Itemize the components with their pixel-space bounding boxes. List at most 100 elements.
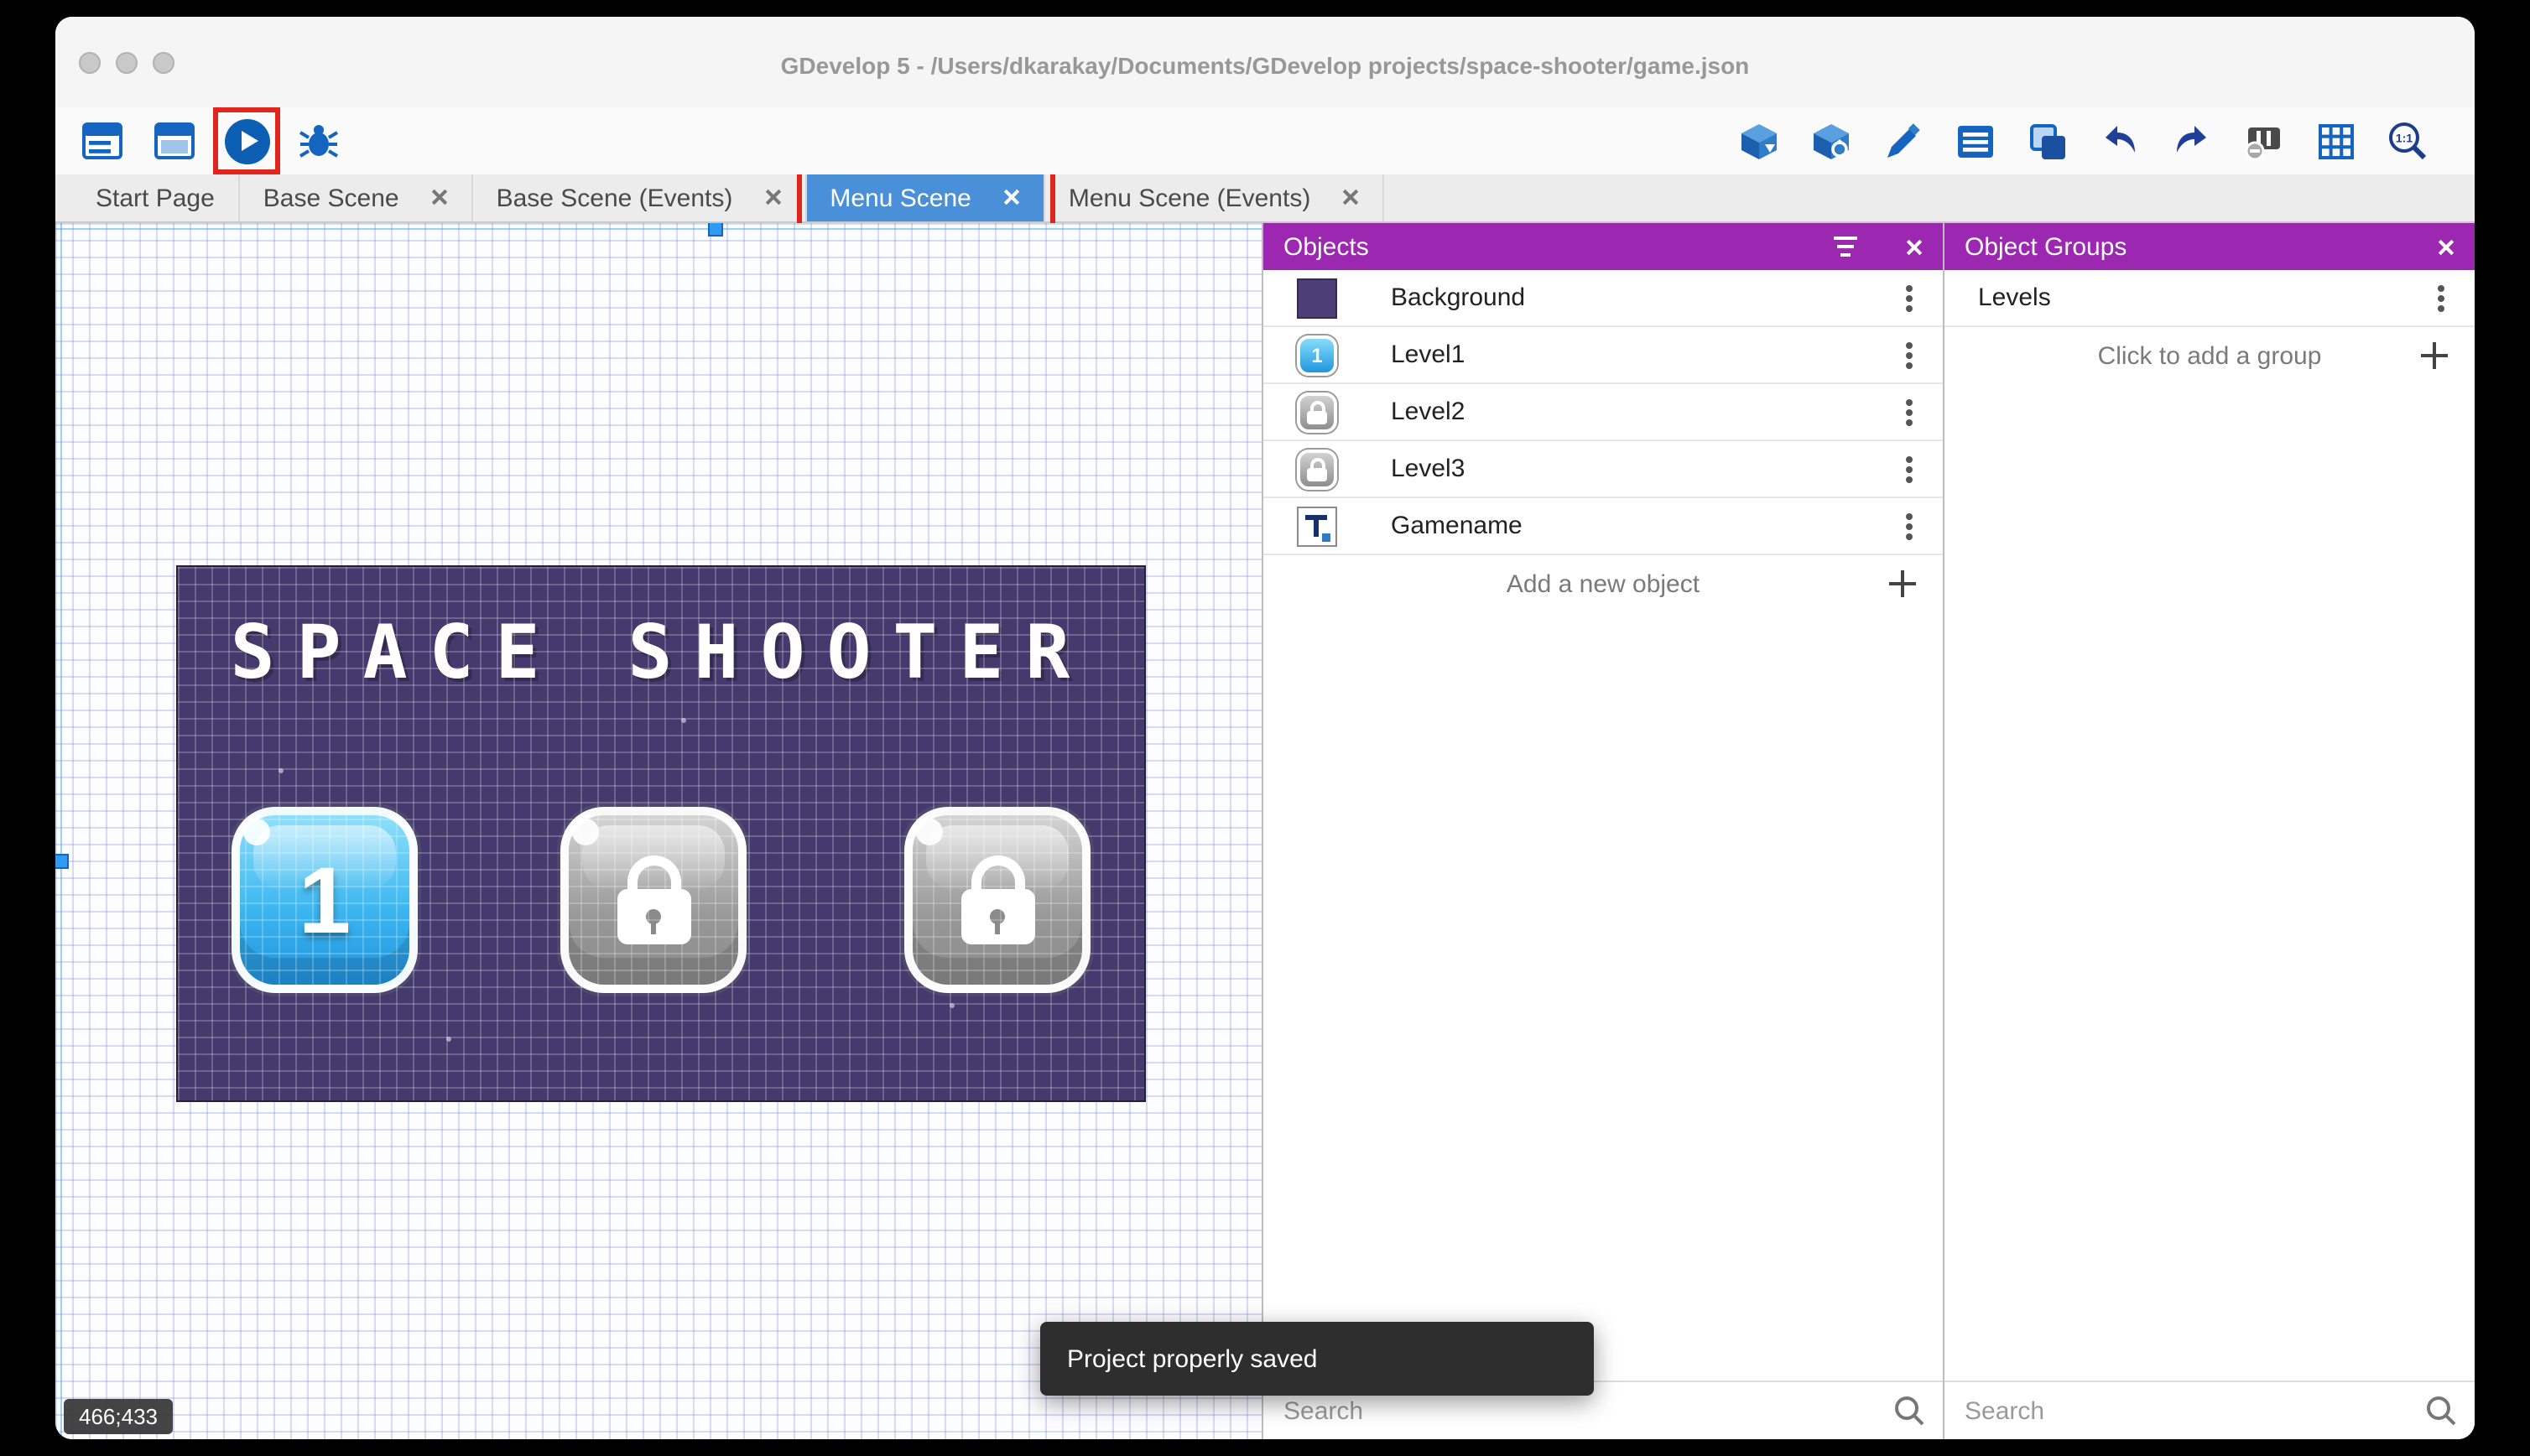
object-name: Level3 — [1391, 455, 1465, 483]
object-row-background[interactable]: Background — [1263, 270, 1943, 327]
zoom-level-label: 1:1 — [2396, 132, 2413, 145]
tab-close-icon[interactable] — [1340, 184, 1359, 212]
toolbar-left-group — [79, 107, 342, 174]
undo-icon[interactable] — [2095, 117, 2142, 164]
groups-panel-header: Object Groups — [1944, 223, 2475, 270]
game-title-text-instance[interactable]: SPACE SHOOTER — [178, 611, 1144, 696]
toolbar: 1:1 — [55, 107, 2475, 174]
objects-panel: Objects Background 1 Level1 Level2 Level… — [1262, 223, 1943, 1439]
level1-button-icon: 1 — [1297, 335, 1337, 375]
star-dot — [279, 768, 284, 773]
object-cube-icon[interactable] — [1735, 117, 1782, 164]
tab-label: Menu Scene (Events) — [1068, 184, 1311, 212]
tab-menu-scene-events[interactable]: Menu Scene (Events) — [1045, 174, 1385, 221]
tab-base-scene[interactable]: Base Scene — [240, 174, 473, 221]
play-button[interactable] — [213, 107, 280, 174]
object-menu-icon[interactable] — [1906, 523, 1913, 529]
selection-handle[interactable] — [708, 223, 723, 237]
main-content: SPACE SHOOTER 1 466;433 Objects Backgrou… — [55, 223, 2475, 1439]
group-name: Levels — [1978, 283, 2051, 312]
gdevelop-window: GDevelop 5 - /Users/dkarakay/Documents/G… — [55, 17, 2475, 1439]
groups-search-input[interactable] — [1944, 1396, 2424, 1425]
debug-icon[interactable] — [295, 117, 342, 164]
search-icon — [1895, 1396, 1924, 1426]
object-name: Level1 — [1391, 341, 1465, 369]
grid-icon[interactable] — [2312, 117, 2359, 164]
level1-button-instance[interactable]: 1 — [232, 807, 418, 993]
tab-close-icon[interactable] — [429, 184, 448, 212]
object-menu-icon[interactable] — [1906, 351, 1913, 358]
group-menu-icon[interactable] — [2438, 294, 2444, 301]
object-groups-panel: Object Groups Levels Click to add a grou… — [1943, 223, 2475, 1439]
object-menu-icon[interactable] — [1906, 408, 1913, 415]
toolbar-right-group: 1:1 — [1735, 107, 2431, 174]
objects-search-input[interactable] — [1263, 1396, 1892, 1425]
window-title: GDevelop 5 - /Users/dkarakay/Documents/G… — [780, 52, 1750, 79]
locked-button-icon — [1297, 392, 1337, 432]
search-icon — [2427, 1396, 2456, 1426]
locked-button-icon — [1297, 449, 1337, 489]
add-object-plus-icon[interactable] — [1889, 570, 1916, 597]
text-object-icon — [1297, 506, 1337, 546]
tab-start-page[interactable]: Start Page — [72, 174, 240, 221]
mask-preview-icon[interactable] — [2240, 117, 2287, 164]
add-group-row[interactable]: Click to add a group — [1944, 327, 2475, 384]
play-icon — [224, 118, 269, 164]
objects-panel-title: Objects — [1283, 232, 1369, 261]
edit-pencil-icon[interactable] — [1879, 117, 1926, 164]
object-menu-icon[interactable] — [1906, 294, 1913, 301]
scene-editor-canvas[interactable]: SPACE SHOOTER 1 466;433 — [55, 223, 1262, 1439]
close-panel-icon[interactable] — [2436, 237, 2455, 256]
groups-searchbar — [1944, 1381, 2475, 1439]
object-row-level2[interactable]: Level2 — [1263, 384, 1943, 441]
add-group-label: Click to add a group — [2097, 341, 2322, 370]
instances-list-icon[interactable] — [1951, 117, 1998, 164]
lock-icon — [960, 855, 1034, 944]
add-object-label: Add a new object — [1506, 569, 1700, 598]
selection-bound-left — [60, 223, 62, 1439]
groups-panel-title: Object Groups — [1965, 232, 2127, 261]
add-object-row[interactable]: Add a new object — [1263, 555, 1943, 612]
screen: GDevelop 5 - /Users/dkarakay/Documents/G… — [0, 0, 2530, 1456]
object-menu-icon[interactable] — [1906, 465, 1913, 472]
object-name: Background — [1391, 283, 1526, 312]
selection-bound-top — [55, 228, 1262, 230]
level2-button-instance[interactable] — [560, 807, 747, 993]
lock-icon — [617, 855, 690, 944]
titlebar[interactable]: GDevelop 5 - /Users/dkarakay/Documents/G… — [55, 17, 2475, 107]
close-panel-icon[interactable] — [1904, 237, 1923, 256]
zoom-1-1-icon[interactable]: 1:1 — [2384, 117, 2431, 164]
toast-message: Project properly saved — [1040, 1322, 1594, 1396]
star-dot — [446, 1037, 451, 1042]
redo-icon[interactable] — [2168, 117, 2215, 164]
menu-scene-background-instance[interactable]: SPACE SHOOTER 1 — [176, 565, 1146, 1102]
object-row-level1[interactable]: 1 Level1 — [1263, 327, 1943, 384]
tab-close-icon[interactable] — [1002, 184, 1020, 212]
star-dot — [681, 718, 686, 723]
tab-label: Menu Scene — [830, 184, 971, 212]
objects-panel-header: Objects — [1263, 223, 1943, 270]
object-row-level3[interactable]: Level3 — [1263, 441, 1943, 498]
object-name: Level2 — [1391, 398, 1465, 426]
cursor-coordinates: 466;433 — [64, 1399, 173, 1434]
object-row-gamename[interactable]: Gamename — [1263, 498, 1943, 555]
tab-menu-scene[interactable]: Menu Scene — [796, 164, 1055, 231]
object-name: Gamename — [1391, 512, 1523, 540]
project-manager-icon[interactable] — [79, 117, 126, 164]
tab-label: Base Scene — [263, 184, 399, 212]
tab-base-scene-events[interactable]: Base Scene (Events) — [473, 174, 807, 221]
tab-label: Start Page — [96, 184, 215, 212]
filter-icon[interactable] — [1834, 237, 1857, 257]
level1-number-label: 1 — [298, 847, 351, 953]
selection-handle[interactable] — [55, 854, 69, 869]
group-row-levels[interactable]: Levels — [1944, 270, 2475, 327]
star-dot — [950, 1003, 955, 1008]
tab-label: Base Scene (Events) — [496, 184, 733, 212]
start-page-icon[interactable] — [151, 117, 198, 164]
tab-close-icon[interactable] — [763, 184, 781, 212]
behaviors-cube-icon[interactable] — [1807, 117, 1854, 164]
tab-bar: Start Page Base Scene Base Scene (Events… — [55, 164, 2475, 231]
level3-button-instance[interactable] — [904, 807, 1091, 993]
layers-icon[interactable] — [2023, 117, 2070, 164]
add-group-plus-icon[interactable] — [2421, 342, 2448, 369]
